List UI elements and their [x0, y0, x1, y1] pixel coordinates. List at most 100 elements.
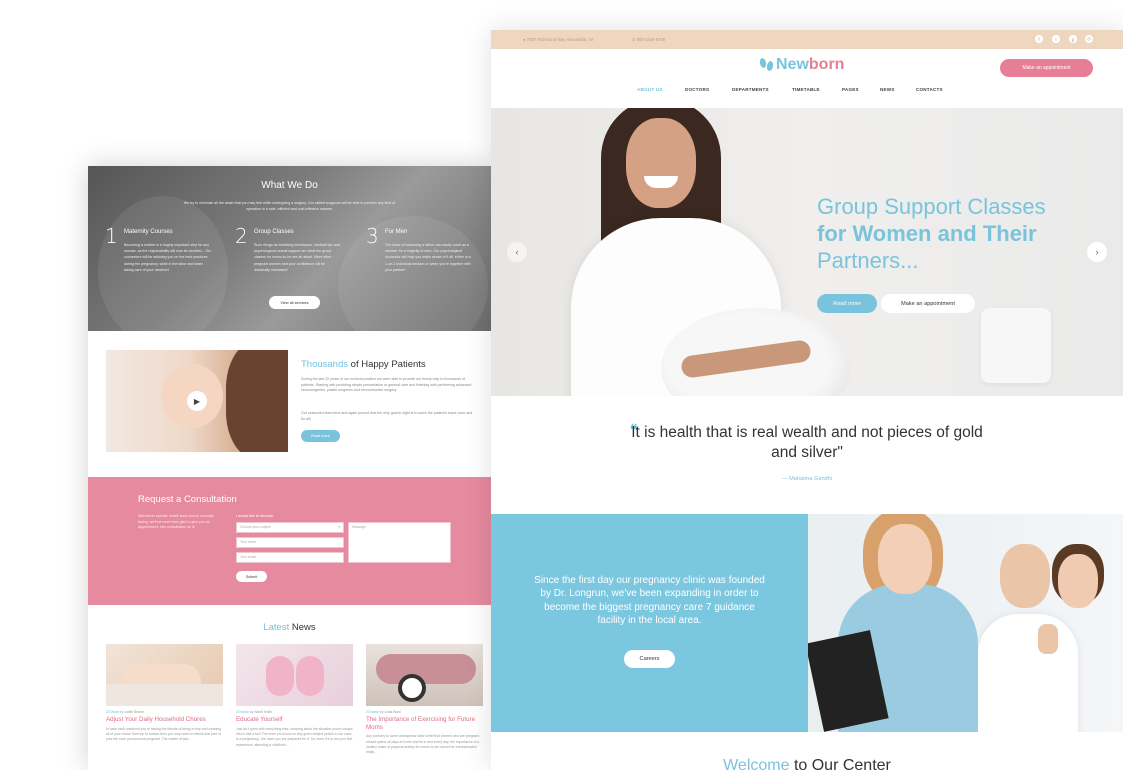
instagram-icon[interactable]: ◎ — [1085, 35, 1093, 43]
news-image[interactable] — [236, 644, 353, 706]
news-date: 20 March — [366, 710, 380, 714]
play-icon[interactable]: ▶ — [187, 391, 207, 411]
title-accent: Thousands — [301, 359, 349, 370]
news-meta: 20 March by Judith Bonner — [106, 710, 223, 714]
right-preview: ● 7087 Richmond hwy, Alexandria, VA ✆ 80… — [491, 30, 1123, 770]
service-text: The news of becoming a father can easily… — [385, 243, 471, 272]
page: What We Do We try to minimize all the st… — [0, 0, 1123, 770]
news-text: In case each weekend you're having the f… — [106, 726, 222, 742]
news-text: Any contrary to some widespread false be… — [366, 734, 480, 755]
consultation-section: Request a Consultation Whichever specifi… — [88, 477, 491, 605]
baby-feet-icon — [759, 56, 775, 74]
hero-line-1: Group Support Classes — [817, 194, 1046, 219]
what-we-do-intro: We try to minimize all the strain that y… — [183, 201, 396, 211]
nav-news[interactable]: NEWS — [880, 87, 895, 92]
latest-news-title: Latest News — [88, 622, 491, 633]
latest-news-section: Latest News 20 March by Judith Bonner Ad… — [88, 605, 491, 770]
careers-button[interactable]: Careers — [624, 650, 675, 668]
hero-line-3: Partners... — [817, 248, 919, 273]
make-appointment-button[interactable]: Make an appointment — [1000, 59, 1093, 77]
chevron-down-icon: ▾ — [338, 525, 340, 529]
nav-timetable[interactable]: TIMETABLE — [792, 87, 820, 92]
nav-doctors[interactable]: DOCTORS — [685, 87, 709, 92]
news-title[interactable]: Adjust Your Daily Household Chores — [106, 716, 223, 724]
read-more-button[interactable]: Read more — [301, 430, 340, 442]
baby-video-thumbnail[interactable]: ▶ — [106, 350, 288, 452]
welcome-rest: to Our Center — [789, 757, 891, 770]
news-card: 20 March by Linda Ward The Importance of… — [366, 644, 483, 756]
what-we-do-section: What We Do We try to minimize all the st… — [88, 166, 491, 331]
service-text: Becoming a mother is a hugely important … — [124, 243, 212, 272]
facebook-icon[interactable]: f — [1035, 35, 1043, 43]
logo-text-new: New — [776, 56, 809, 73]
left-preview: What We Do We try to minimize all the st… — [88, 166, 491, 770]
news-author: by Judith Bonner — [120, 710, 145, 714]
view-all-services-button[interactable]: View all services — [269, 296, 320, 309]
hero-appointment-button[interactable]: Make an appointment — [881, 294, 975, 313]
happy-patients-title: Thousands of Happy Patients — [301, 359, 426, 370]
news-date: 20 March — [236, 710, 250, 714]
nav-departments[interactable]: DEPARTMENTS — [732, 87, 769, 92]
happy-patients-section: ▶ Thousands of Happy Patients During the… — [88, 331, 491, 477]
news-card: 20 March by Sarah Smith Educate Yourself… — [236, 644, 353, 748]
news-author: by Linda Ward — [380, 710, 401, 714]
hero-line-2: for Women and Their — [817, 221, 1037, 246]
nav-contacts[interactable]: CONTACTS — [916, 87, 943, 92]
phone[interactable]: ✆ 800-2345-6789 — [632, 37, 665, 42]
news-date: 20 March — [106, 710, 120, 714]
news-author: by Sarah Smith — [250, 710, 272, 714]
hero-image — [531, 108, 851, 396]
doctors-image — [808, 514, 1123, 732]
discuss-label: I would like to discuss: — [236, 514, 274, 518]
prev-slide-icon[interactable]: ‹ — [507, 242, 527, 262]
service-title[interactable]: Maternity Courses — [124, 229, 173, 235]
phone-icon: ✆ — [632, 37, 636, 42]
happy-paragraph-2: Our seasoned team time and again proved … — [301, 411, 473, 421]
service-number: 2 — [235, 224, 248, 248]
news-meta: 20 March by Linda Ward — [366, 710, 483, 714]
news-text: Just as it goes with everything else: kn… — [236, 726, 353, 747]
message-field[interactable]: Message — [348, 522, 451, 563]
top-bar: ● 7087 Richmond hwy, Alexandria, VA ✆ 80… — [491, 30, 1123, 49]
news-card: 20 March by Judith Bonner Adjust Your Da… — [106, 644, 223, 743]
email-field[interactable]: Your email — [236, 552, 344, 563]
consultation-text: Whichever specific health issue you're c… — [138, 514, 214, 530]
logo-text-born: born — [808, 56, 845, 73]
nav-pages[interactable]: PAGES — [842, 87, 859, 92]
address-text: 7087 Richmond hwy, Alexandria, VA — [526, 37, 594, 42]
service-title[interactable]: Group Classes — [254, 229, 294, 235]
next-slide-icon[interactable]: › — [1087, 242, 1107, 262]
news-title[interactable]: Educate Yourself — [236, 716, 353, 724]
google-plus-icon[interactable]: g — [1069, 35, 1077, 43]
quote-text: It is health that is real wealth and not… — [631, 424, 983, 461]
service-text: Such things as breathing techniques, med… — [254, 243, 340, 272]
news-meta: 20 March by Sarah Smith — [236, 710, 353, 714]
news-title[interactable]: The Importance of Exercising for Future … — [366, 716, 483, 731]
welcome-accent: Welcome — [723, 757, 790, 770]
welcome-section: Welcome to Our Center — [491, 732, 1123, 770]
map-pin-icon: ● — [523, 37, 526, 42]
phone-text: 800-2345-6789 — [636, 37, 666, 42]
news-image[interactable] — [366, 644, 483, 706]
consultation-title: Request a Consultation — [138, 494, 237, 505]
title-rest: News — [289, 622, 316, 633]
service-number: 3 — [366, 224, 379, 248]
welcome-title: Welcome to Our Center — [491, 757, 1123, 770]
service-title[interactable]: For Men — [385, 229, 407, 235]
hero-slider: Group Support Classes for Women and Thei… — [491, 108, 1123, 396]
nav-about-us[interactable]: ABOUT US — [637, 87, 663, 92]
subject-select[interactable]: Choose your subject ▾ — [236, 522, 344, 533]
submit-button[interactable]: Submit — [236, 571, 267, 582]
hero-read-more-button[interactable]: Read more — [817, 294, 877, 313]
what-we-do-title: What We Do — [261, 180, 318, 191]
about-text: Since the first day our pregnancy clinic… — [534, 575, 765, 627]
logo[interactable]: New born — [759, 56, 844, 74]
about-section: Since the first day our pregnancy clinic… — [491, 514, 808, 732]
address: ● 7087 Richmond hwy, Alexandria, VA — [523, 37, 594, 42]
title-accent: Latest — [263, 622, 290, 633]
name-field[interactable]: Your name — [236, 537, 344, 548]
news-image[interactable] — [106, 644, 223, 706]
twitter-icon[interactable]: t — [1052, 35, 1060, 43]
service-number: 1 — [105, 224, 118, 248]
happy-paragraph-1: During the last 20 years of our medical … — [301, 377, 472, 393]
